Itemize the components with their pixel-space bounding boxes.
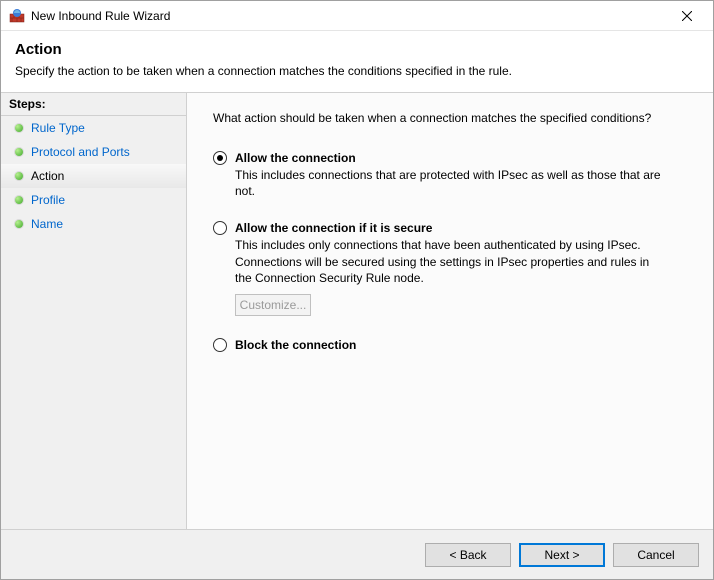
step-label: Rule Type [31,121,85,135]
bullet-icon [15,124,23,132]
step-name[interactable]: Name [1,212,186,236]
page-title: Action [15,41,699,58]
bullet-icon [15,196,23,204]
option-desc-allow-secure: This includes only connections that have… [235,237,665,286]
step-rule-type[interactable]: Rule Type [1,116,186,140]
step-action[interactable]: Action [1,164,186,188]
radio-allow[interactable] [213,151,227,165]
window-title: New Inbound Rule Wizard [31,9,667,23]
page-header: Action Specify the action to be taken wh… [1,31,713,92]
option-allow: Allow the connection This includes connec… [213,151,687,199]
step-label: Name [31,217,63,231]
step-profile[interactable]: Profile [1,188,186,212]
step-label: Protocol and Ports [31,145,130,159]
close-button[interactable] [667,2,707,30]
titlebar: New Inbound Rule Wizard [1,1,713,31]
radio-block[interactable] [213,338,227,352]
option-allow-secure: Allow the connection if it is secure This… [213,221,687,316]
wizard-footer: < Back Next > Cancel [1,529,713,579]
option-title-allow: Allow the connection [235,151,356,165]
content-pane: What action should be taken when a conne… [187,92,713,529]
action-prompt: What action should be taken when a conne… [213,111,687,125]
option-title-block: Block the connection [235,338,356,352]
cancel-button[interactable]: Cancel [613,543,699,567]
next-button[interactable]: Next > [519,543,605,567]
option-head-block[interactable]: Block the connection [213,338,687,352]
option-block: Block the connection [213,338,687,352]
step-label: Action [31,169,64,183]
option-head-allow[interactable]: Allow the connection [213,151,687,165]
bullet-icon [15,220,23,228]
radio-allow-secure[interactable] [213,221,227,235]
wizard-body: Steps: Rule Type Protocol and Ports Action… [1,92,713,529]
wizard-window: New Inbound Rule Wizard Action Specify t… [0,0,714,580]
step-label: Profile [31,193,65,207]
firewall-icon [9,8,25,24]
steps-heading: Steps: [1,93,186,116]
option-title-allow-secure: Allow the connection if it is secure [235,221,432,235]
bullet-icon [15,148,23,156]
steps-sidebar: Steps: Rule Type Protocol and Ports Action… [1,92,187,529]
page-subtitle: Specify the action to be taken when a co… [15,64,699,78]
option-desc-allow: This includes connections that are prote… [235,167,665,199]
back-button[interactable]: < Back [425,543,511,567]
step-protocol-and-ports[interactable]: Protocol and Ports [1,140,186,164]
customize-button: Customize... [235,294,311,316]
option-head-allow-secure[interactable]: Allow the connection if it is secure [213,221,687,235]
bullet-icon [15,172,23,180]
